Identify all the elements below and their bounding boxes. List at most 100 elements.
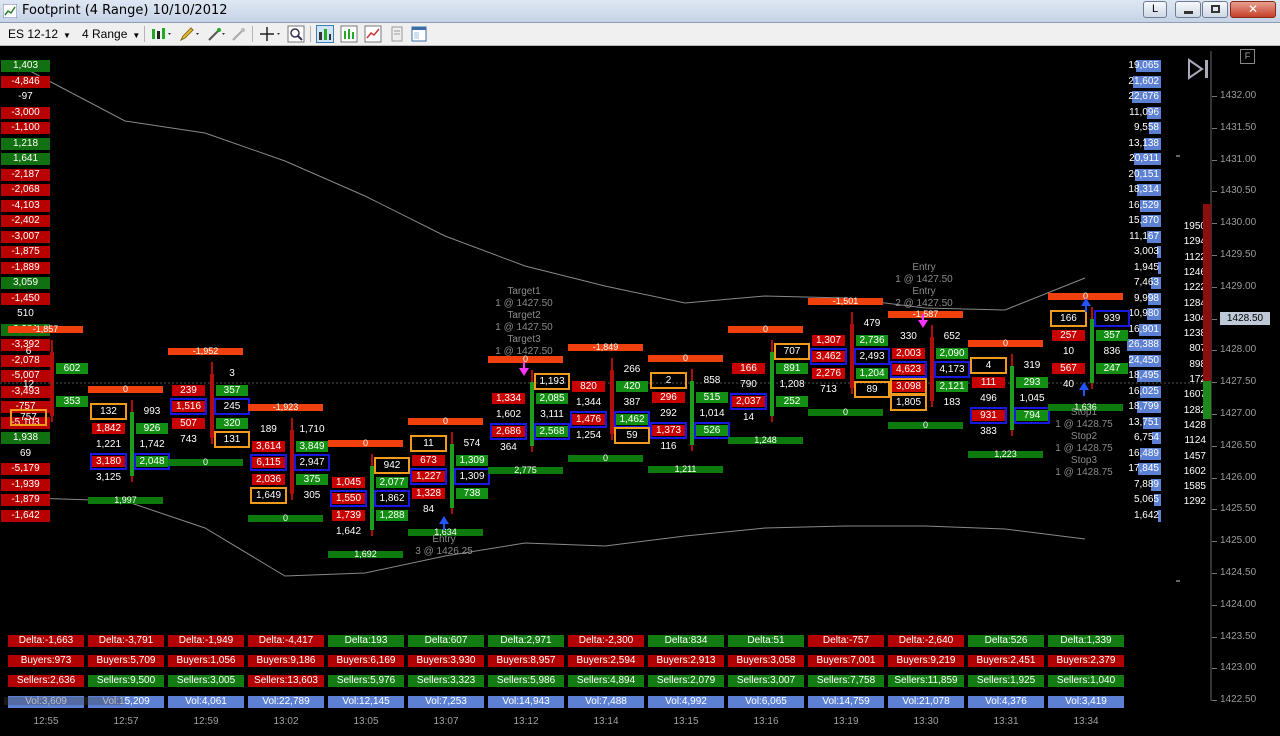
bar-delta-top: 0 <box>648 354 723 363</box>
sell-volume-cell: 296 <box>652 391 685 403</box>
bar-delta-top: -1,952 <box>168 347 243 356</box>
delta-ladder-cell: -1,450 <box>1 292 50 305</box>
add-indicator-button[interactable] <box>206 25 228 43</box>
skip-to-end-button[interactable] <box>1186 58 1212 80</box>
crosshair-icon <box>260 27 280 41</box>
buy-volume-cell: 353 <box>56 395 88 407</box>
delta-ladder-cell: -1,100 <box>1 122 50 134</box>
sellers-summary-cell: Sellers:7,758 <box>808 675 884 687</box>
link-button[interactable]: L <box>1143 1 1167 18</box>
sell-volume-cell: 383 <box>980 426 997 437</box>
volume-profile-value: 6,754 <box>1133 432 1159 443</box>
sellers-summary-cell: Sellers:5,976 <box>328 675 404 687</box>
delta-ladder-cell: -2,068 <box>1 184 50 196</box>
volume-profile-value: 18,314 <box>1128 184 1159 195</box>
imbalance-box <box>294 454 330 471</box>
arrow-up-icon <box>439 516 449 530</box>
buy-volume-cell: 1,045 <box>1019 393 1045 404</box>
crosshair-button[interactable] <box>258 25 284 43</box>
price-label: 1430.50 <box>1220 185 1257 197</box>
pending-volume-value: 1246 <box>1183 266 1206 278</box>
instrument-selector[interactable]: ES 12-12 ▼ <box>8 26 71 42</box>
strategy-button[interactable] <box>230 25 248 43</box>
buy-volume-cell: 479 <box>863 318 881 329</box>
sell-volume-cell: 1,642 <box>335 526 362 537</box>
templates-button[interactable] <box>388 25 406 43</box>
price-range-body <box>1090 319 1094 383</box>
buy-volume-cell: 1,288 <box>376 509 408 521</box>
imbalance-box <box>374 490 410 507</box>
sellers-summary-cell: Sellers:2,636 <box>8 675 84 687</box>
bar-style-button[interactable] <box>150 25 174 43</box>
buy-volume-cell: 858 <box>703 375 721 386</box>
bar-delta-top: 0 <box>968 339 1043 348</box>
volume-profile-value: 13,138 <box>1128 137 1159 149</box>
f-scale-button[interactable]: F <box>1240 49 1255 64</box>
drawing-tools-button[interactable] <box>178 25 202 43</box>
delta-summary-cell: Delta:-2,300 <box>568 635 644 647</box>
volume-profile-value: 7,889 <box>1133 478 1159 490</box>
footprint-chart[interactable]: F 1,403 -4,846 -97 -3,000 -1,100 1,218 1,641 -2… <box>0 46 1280 736</box>
price-range-body <box>50 352 54 416</box>
price-label: 1429.50 <box>1220 249 1257 260</box>
period-label: 4 Range <box>82 27 128 41</box>
sell-volume-cell <box>12 396 45 407</box>
volume-profile-value: 20,911 <box>1129 153 1159 164</box>
data-box-button[interactable] <box>316 25 334 43</box>
buy-volume-cell: 3 <box>229 368 235 379</box>
toolbar-separator <box>252 26 253 42</box>
strategies-button[interactable] <box>364 25 382 43</box>
sellers-summary-cell: Sellers:13,603 <box>248 675 324 687</box>
wand-icon <box>232 28 245 41</box>
price-tick <box>1212 223 1217 225</box>
sell-volume-cell <box>572 364 605 375</box>
delta-ladder-cell: -4,103 <box>1 199 50 212</box>
buyers-summary-cell: Buyers:2,594 <box>568 655 644 667</box>
indicators-button[interactable] <box>340 25 358 43</box>
buy-volume-cell: 266 <box>623 364 641 375</box>
imbalance-box <box>970 406 1007 424</box>
delta-summary-cell: Delta:1,339 <box>1048 635 1124 647</box>
sell-volume-cell: 496 <box>980 393 997 404</box>
buyers-summary-cell: Buyers:7,001 <box>808 655 884 667</box>
time-axis-label: 12:59 <box>193 716 219 727</box>
pending-volume-value: 1428 <box>1183 419 1206 431</box>
buyers-summary-cell: Buyers:3,930 <box>408 655 484 667</box>
maximize-button[interactable] <box>1202 1 1228 18</box>
properties-button[interactable] <box>410 25 428 43</box>
pending-volume-value: 1284 <box>1183 297 1206 309</box>
bar-delta-bottom: 0 <box>168 457 243 466</box>
sell-volume-cell: 2,003 <box>892 347 925 359</box>
buy-volume-cell: 993 <box>143 406 161 417</box>
buyers-summary-cell: Buyers:6,169 <box>328 655 404 667</box>
zoom-button[interactable] <box>287 25 305 43</box>
pending-volume-value: 1585 <box>1183 481 1206 493</box>
imbalance-box <box>330 490 367 507</box>
sell-volume-cell: 189 <box>260 424 277 435</box>
price-label: 1426.00 <box>1220 471 1257 483</box>
volume-profile-value: 22,676 <box>1128 91 1159 102</box>
delta-ladder-cell: -3,007 <box>1 230 50 243</box>
price-tick <box>1212 509 1217 511</box>
volume-profile-value: 9,998 <box>1133 292 1159 304</box>
minimize-button[interactable] <box>1175 1 1201 18</box>
sell-volume-cell: 1,739 <box>332 509 365 521</box>
buy-volume-cell: 1,309 <box>456 454 488 466</box>
annotation-line: 1 @ 1427.50 <box>495 322 553 333</box>
delta-ladder-cell: 1,403 <box>1 60 50 72</box>
bar-delta-top: 0 <box>728 325 803 334</box>
imbalance-box <box>90 403 127 420</box>
imbalance-box <box>410 468 447 485</box>
sell-volume-cell: 1,221 <box>95 439 122 450</box>
close-button[interactable]: ✕ <box>1230 1 1276 18</box>
close-icon: ✕ <box>1247 2 1259 16</box>
current-price-marker: 1428.50 <box>1220 312 1270 325</box>
price-label: 1427.00 <box>1220 408 1257 419</box>
buyers-summary-cell: Buyers:9,219 <box>888 655 964 667</box>
annotation-line: Target3 <box>507 334 541 345</box>
buy-volume-cell <box>776 412 808 423</box>
price-label: 1431.00 <box>1220 153 1257 165</box>
volume-summary-cell: Vol:22,789 <box>248 696 324 708</box>
annotation-line: Entry <box>432 534 456 545</box>
period-selector[interactable]: 4 Range ▼ <box>82 26 140 42</box>
